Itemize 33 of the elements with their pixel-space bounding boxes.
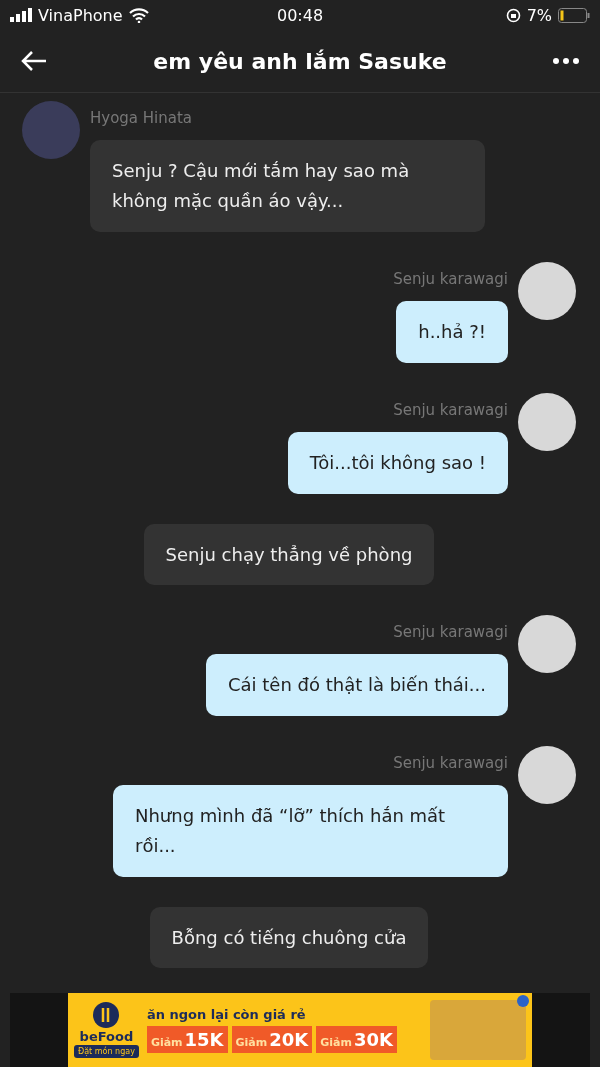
rotation-lock-icon: [505, 7, 521, 23]
avatar[interactable]: [518, 746, 576, 804]
avatar[interactable]: [518, 393, 576, 451]
avatar[interactable]: [518, 615, 576, 673]
carrier-name: VinaPhone: [38, 5, 123, 25]
back-button[interactable]: [20, 49, 48, 73]
discount-tag: Giảm 15K: [146, 1026, 228, 1053]
ad-cta[interactable]: Đặt món ngay: [74, 1045, 139, 1058]
chat-title: em yêu anh lắm Sasuke: [153, 48, 447, 74]
battery-percent: 7%: [526, 5, 552, 25]
sender-name: Senju karawagi: [393, 270, 508, 288]
discount-tag: Giảm 20K: [231, 1026, 313, 1053]
signal-icon: [10, 8, 32, 22]
wifi-icon: [128, 7, 149, 23]
clock-time: 00:48: [276, 5, 324, 25]
message-bubble: Nhưng mình đã “lỡ” thích hắn mất rồi...: [113, 785, 508, 877]
narration-bubble: Senju chạy thẳng về phòng: [143, 524, 435, 585]
message-bubble: Cái tên đó thật là biến thái...: [205, 654, 508, 716]
message-bubble: Tôi...tôi không sao !: [287, 432, 508, 494]
sender-name: Hyoga Hinata: [90, 109, 193, 127]
sender-name: Senju karawagi: [393, 401, 508, 419]
ad-brand: beFood: [79, 1029, 134, 1044]
avatar[interactable]: [518, 262, 576, 320]
sender-name: Senju karawagi: [393, 754, 508, 772]
more-button[interactable]: [552, 57, 580, 65]
battery-icon: [558, 7, 590, 23]
ad-banner[interactable]: beFood Đặt món ngay ăn ngon lại còn giá rẻ Giảm 15K Giảm 20K Giảm 30K: [68, 993, 532, 1067]
ad-headline: ăn ngon lại còn giá rẻ: [146, 1007, 307, 1022]
message-bubble: Senju ? Cậu mới tắm hay sao mà không mặc quần áo vậy...: [90, 140, 485, 232]
message-bubble: h..hả ?!: [396, 301, 508, 363]
narration-bubble: Bỗng có tiếng chuông cửa: [149, 907, 429, 968]
sender-name: Senju karawagi: [393, 623, 508, 641]
discount-tag: Giảm 30K: [316, 1026, 397, 1053]
